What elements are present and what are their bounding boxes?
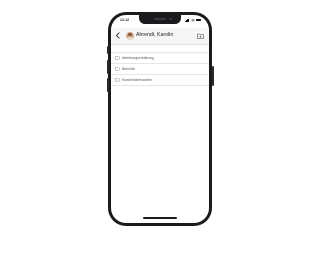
folder-icon [115, 78, 120, 82]
folder-label: Abtretungserklärung [122, 55, 154, 60]
status-time: 12:12 [120, 18, 130, 22]
mute-switch [106, 46, 109, 54]
folder-label: Kundenübersichten [122, 77, 153, 82]
folder-icon [115, 67, 120, 71]
phone-screen: 12:12 Ahrendt, Karolin Abtretungserkläru… [111, 15, 209, 223]
avatar[interactable] [126, 31, 134, 40]
stage: 12:12 Ahrendt, Karolin Abtretungserkläru… [0, 0, 320, 254]
folder-icon [115, 56, 120, 60]
list-item[interactable]: Kundenübersichten [111, 75, 209, 86]
battery-icon [196, 18, 201, 22]
phone-frame: 12:12 Ahrendt, Karolin Abtretungserkläru… [106, 12, 214, 226]
folder-add-icon[interactable] [197, 33, 204, 39]
wifi-icon [190, 18, 195, 22]
list-item[interactable]: Abtretungserklärung [111, 52, 209, 64]
status-icons [184, 18, 201, 22]
navigation-bar: Ahrendt, Karolin [111, 28, 209, 45]
list-item[interactable]: Berichte [111, 64, 209, 75]
folder-list: Abtretungserklärung Berichte Kundenübers… [111, 52, 209, 86]
chevron-left-icon[interactable] [115, 32, 121, 39]
volume-down-button [106, 78, 109, 92]
front-camera [169, 17, 172, 20]
power-button [211, 66, 214, 86]
folder-label: Berichte [122, 66, 135, 71]
volume-up-button [106, 60, 109, 74]
signal-icon [184, 18, 189, 22]
home-indicator[interactable] [143, 217, 177, 219]
page-title: Ahrendt, Karolin [136, 32, 174, 39]
speaker [154, 18, 166, 20]
notch [139, 15, 181, 24]
